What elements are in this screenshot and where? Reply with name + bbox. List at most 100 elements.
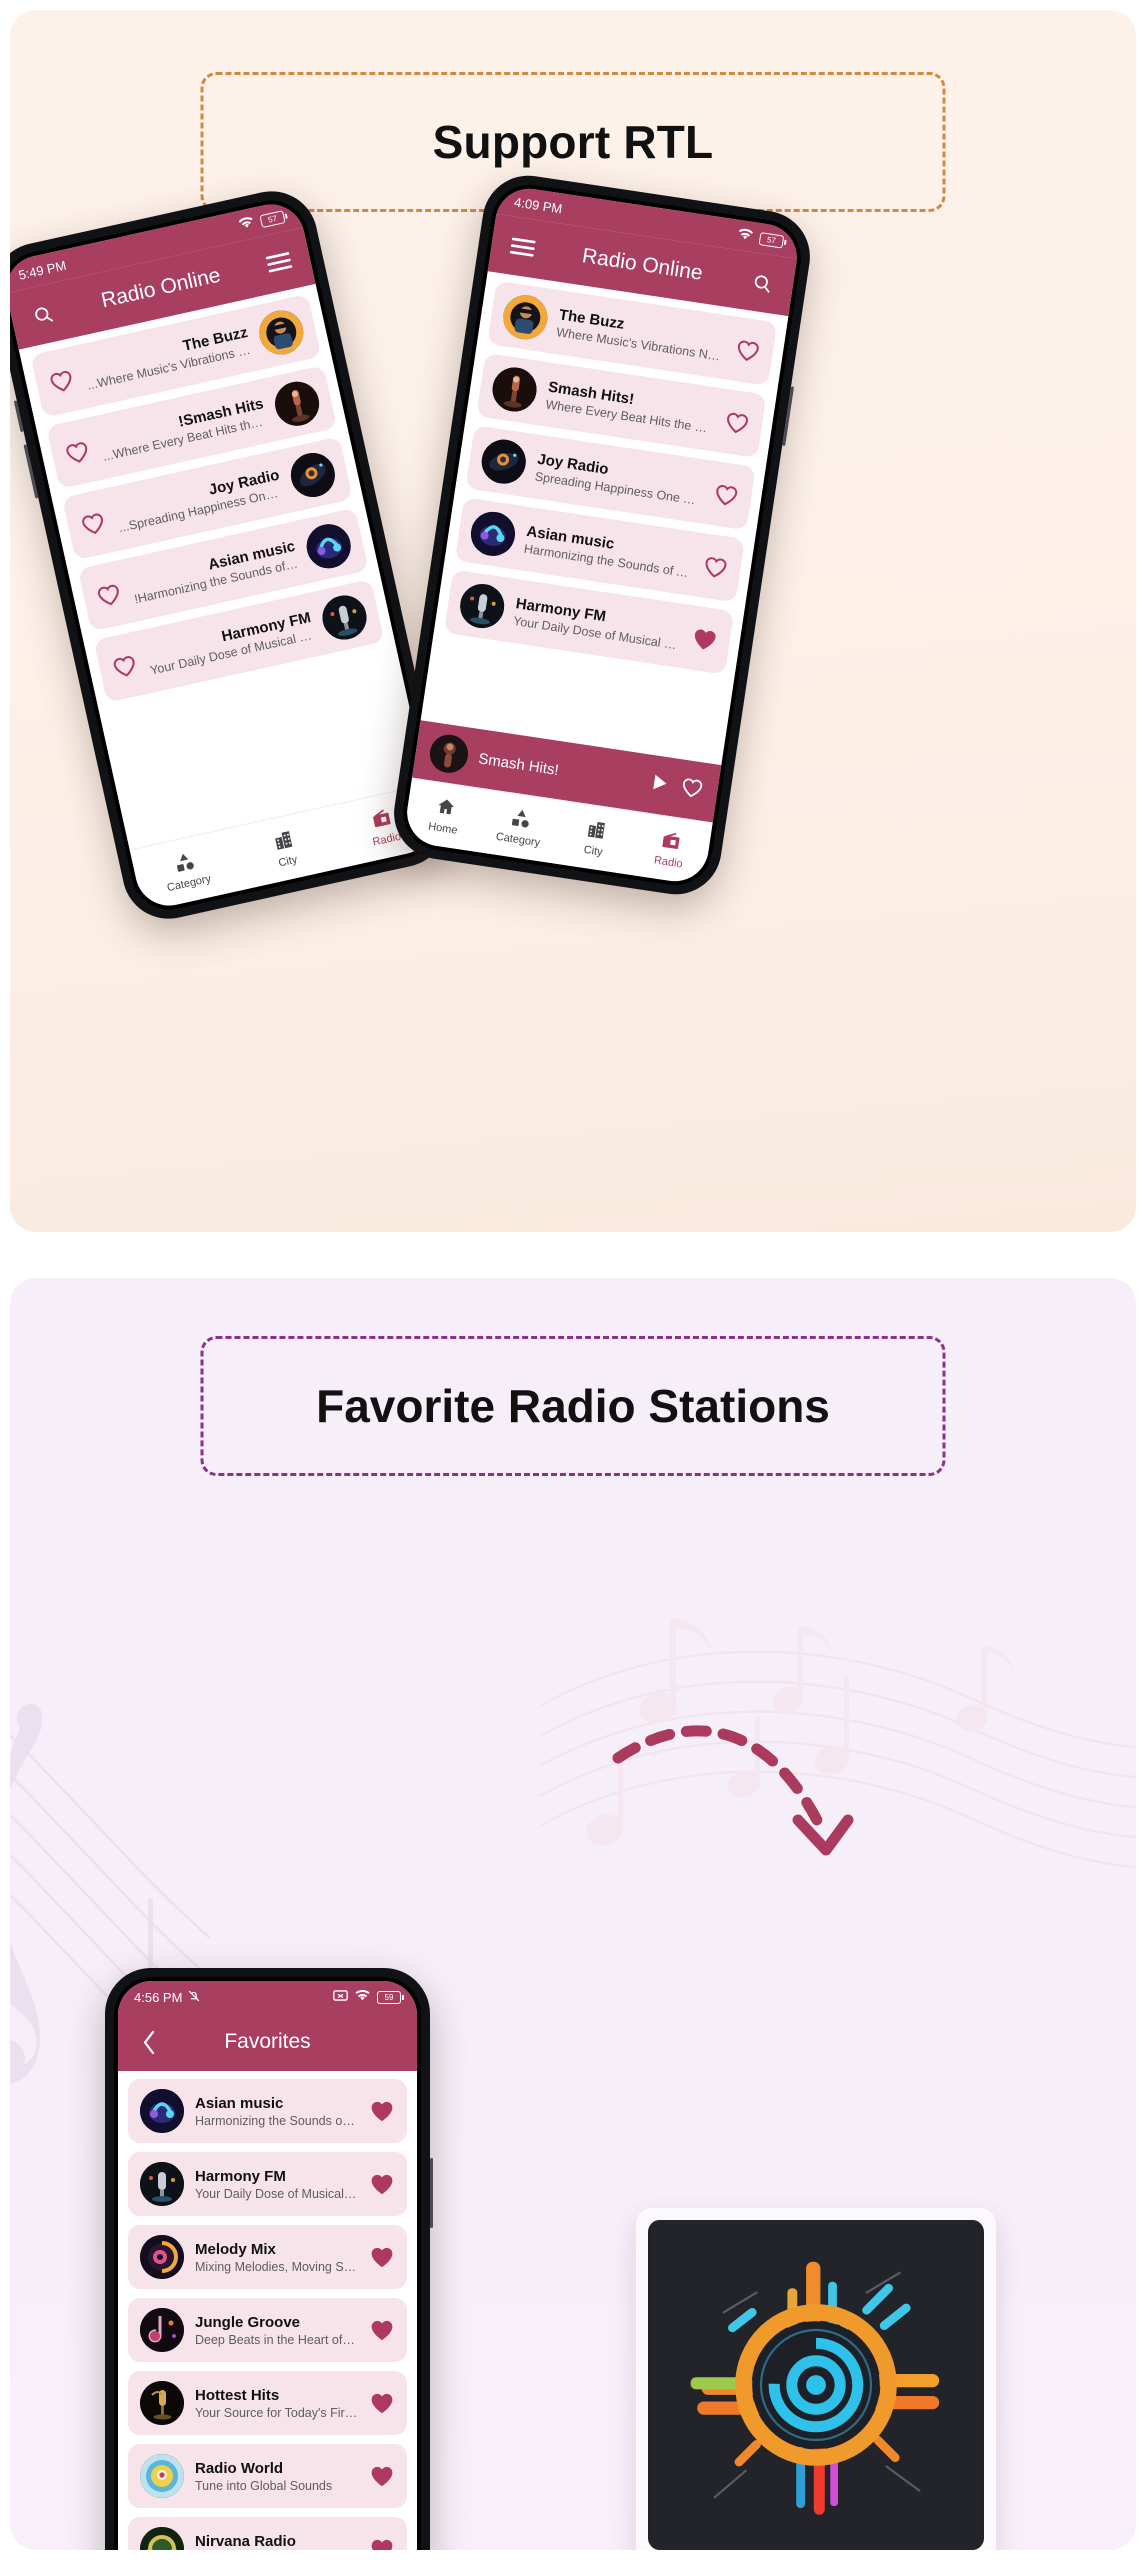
list-item[interactable]: Harmony FM Your Daily Dose of Musical Bl… — [128, 2152, 407, 2216]
station-description: Tune into Global Sounds — [195, 2478, 333, 2493]
heart-outline-icon[interactable] — [722, 409, 751, 437]
station-name: Hottest Hits — [195, 2386, 280, 2404]
phone-bezel: 4:56 PM 59 Favorites Asian music Harmoni… — [114, 1977, 421, 2550]
nav-item-label: Category — [165, 872, 213, 894]
section-2-title: Favorite Radio Stations — [316, 1380, 830, 1432]
heart-outline-icon[interactable] — [94, 580, 125, 609]
station-description: Deep Beats in the Heart of the Wilde... — [195, 2332, 358, 2347]
screen-cast-icon — [333, 1989, 348, 2005]
station-avatar — [500, 292, 551, 343]
heart-filled-icon[interactable] — [690, 626, 719, 654]
search-icon[interactable] — [23, 294, 64, 335]
hamburger-menu-icon[interactable] — [503, 228, 542, 267]
heart-outline-icon[interactable] — [110, 652, 141, 681]
station-name: Harmony FM — [195, 2167, 286, 2185]
status-icons: 57 — [736, 227, 785, 250]
section-support-rtl: Support RTL 5:49 PM 57 Radio Online The … — [10, 10, 1136, 1232]
radio-icon — [660, 829, 683, 855]
nav-item-category[interactable]: Category — [133, 841, 240, 900]
nav-item-label: City — [277, 853, 299, 869]
phone-screen-rtl: 5:49 PM 57 Radio Online The Buzz ...Wher… — [10, 197, 441, 913]
battery-indicator: 57 — [259, 209, 286, 228]
city-icon — [585, 818, 608, 844]
station-list-ltr[interactable]: The Buzz Where Music's Vibrations Never … — [420, 271, 789, 766]
nav-item-category[interactable]: Category — [480, 802, 561, 851]
heart-outline-icon[interactable] — [78, 509, 109, 538]
status-time: 5:49 PM — [16, 257, 68, 283]
status-time: 4:56 PM — [134, 1989, 183, 2005]
app-bar-favorites: Favorites — [118, 2013, 417, 2071]
shapes-icon — [510, 806, 533, 832]
now-playing-card: Listen Up Tuning Into the Rhythm of Musi… — [636, 2208, 996, 2550]
phone-volume-down-button — [23, 444, 39, 499]
station-description: Harmonizing the Sounds of Asia! — [195, 2113, 358, 2128]
station-description: Your Source for Today's Fire Tracks — [195, 2405, 358, 2420]
heart-outline-icon[interactable] — [46, 367, 77, 396]
station-avatar — [140, 2162, 184, 2206]
nav-item-label: Category — [495, 830, 542, 849]
mini-player-title: Smash Hits! — [477, 749, 560, 779]
nav-item-label: Radio — [653, 853, 684, 870]
heart-filled-icon[interactable] — [369, 2318, 395, 2342]
station-description: Your Daily Dose of Musical Bliss — [195, 2186, 358, 2201]
list-item[interactable]: Radio World Tune into Global Sounds — [128, 2444, 407, 2508]
music-staff-decoration — [540, 1618, 1136, 1869]
phone-mockup-ltr: 4:09 PM 57 Radio Online The Buzz Where M… — [387, 169, 817, 901]
home-icon — [434, 795, 457, 821]
station-avatar — [140, 2381, 184, 2425]
play-icon[interactable] — [647, 771, 672, 800]
station-avatar — [286, 448, 340, 502]
nav-item-home[interactable]: Home — [404, 791, 485, 840]
list-item[interactable]: Asian music Harmonizing the Sounds of As… — [128, 2079, 407, 2143]
heart-filled-icon[interactable] — [369, 2464, 395, 2488]
station-avatar — [489, 364, 540, 415]
mini-player-avatar — [427, 732, 471, 776]
hamburger-menu-icon[interactable] — [259, 242, 300, 283]
heart-outline-icon[interactable] — [733, 337, 762, 365]
dashed-arrow — [612, 1725, 854, 1856]
station-name: Melody Mix — [195, 2240, 276, 2258]
section-1-title: Support RTL — [432, 116, 714, 168]
album-art — [648, 2220, 984, 2550]
heart-outline-icon[interactable] — [701, 553, 730, 581]
heart-outline-icon[interactable] — [712, 481, 741, 509]
station-avatar — [457, 581, 508, 632]
heart-outline-icon[interactable] — [62, 438, 93, 467]
list-item[interactable]: Nirvana Radio Where Every Note Leads to … — [128, 2517, 407, 2550]
station-avatar — [140, 2308, 184, 2352]
heart-filled-icon[interactable] — [369, 2172, 395, 2196]
wifi-icon — [354, 1989, 371, 2005]
nav-item-city[interactable]: City — [231, 819, 338, 878]
list-item[interactable]: Melody Mix Mixing Melodies, Moving Souls — [128, 2225, 407, 2289]
phone-bezel: 4:09 PM 57 Radio Online The Buzz Where M… — [398, 179, 806, 891]
section-favorites: Favorite Radio Stations 4:56 PM 59 Favor… — [10, 1278, 1136, 2550]
nav-item-city[interactable]: City — [555, 813, 636, 862]
status-time: 4:09 PM — [513, 193, 564, 216]
station-name: Nirvana Radio — [195, 2532, 296, 2550]
heart-filled-icon[interactable] — [369, 2391, 395, 2415]
list-item[interactable]: Jungle Groove Deep Beats in the Heart of… — [128, 2298, 407, 2362]
station-avatar — [318, 591, 371, 644]
station-name: Asian music — [195, 2094, 284, 2112]
chevron-left-icon[interactable] — [132, 2025, 166, 2059]
heart-filled-icon[interactable] — [369, 2537, 395, 2550]
list-item[interactable]: Hottest Hits Your Source for Today's Fir… — [128, 2371, 407, 2435]
nav-item-radio[interactable]: Radio — [630, 825, 711, 874]
search-icon[interactable] — [743, 264, 782, 303]
station-name: Jungle Groove — [195, 2313, 301, 2331]
phone-screen-favorites: 4:56 PM 59 Favorites Asian music Harmoni… — [118, 1981, 417, 2550]
city-icon — [271, 828, 296, 855]
phone-mockup-favorites: 4:56 PM 59 Favorites Asian music Harmoni… — [105, 1968, 433, 2550]
shapes-icon — [172, 850, 197, 877]
heart-filled-icon[interactable] — [369, 2245, 395, 2269]
nav-item-label: Home — [427, 820, 459, 837]
section-2-banner: Favorite Radio Stations — [200, 1336, 946, 1476]
heart-outline-icon[interactable] — [678, 776, 705, 805]
phone-mockup-rtl: 5:49 PM 57 Radio Online The Buzz ...Wher… — [10, 182, 456, 928]
favorites-list[interactable]: Asian music Harmonizing the Sounds of As… — [118, 2071, 417, 2550]
heart-filled-icon[interactable] — [369, 2099, 395, 2123]
station-avatar — [140, 2089, 184, 2133]
station-list-rtl[interactable]: The Buzz ...Where Music's Vibrations Nev… — [18, 283, 427, 850]
status-icons: 57 — [237, 208, 286, 234]
station-avatar — [255, 306, 308, 359]
